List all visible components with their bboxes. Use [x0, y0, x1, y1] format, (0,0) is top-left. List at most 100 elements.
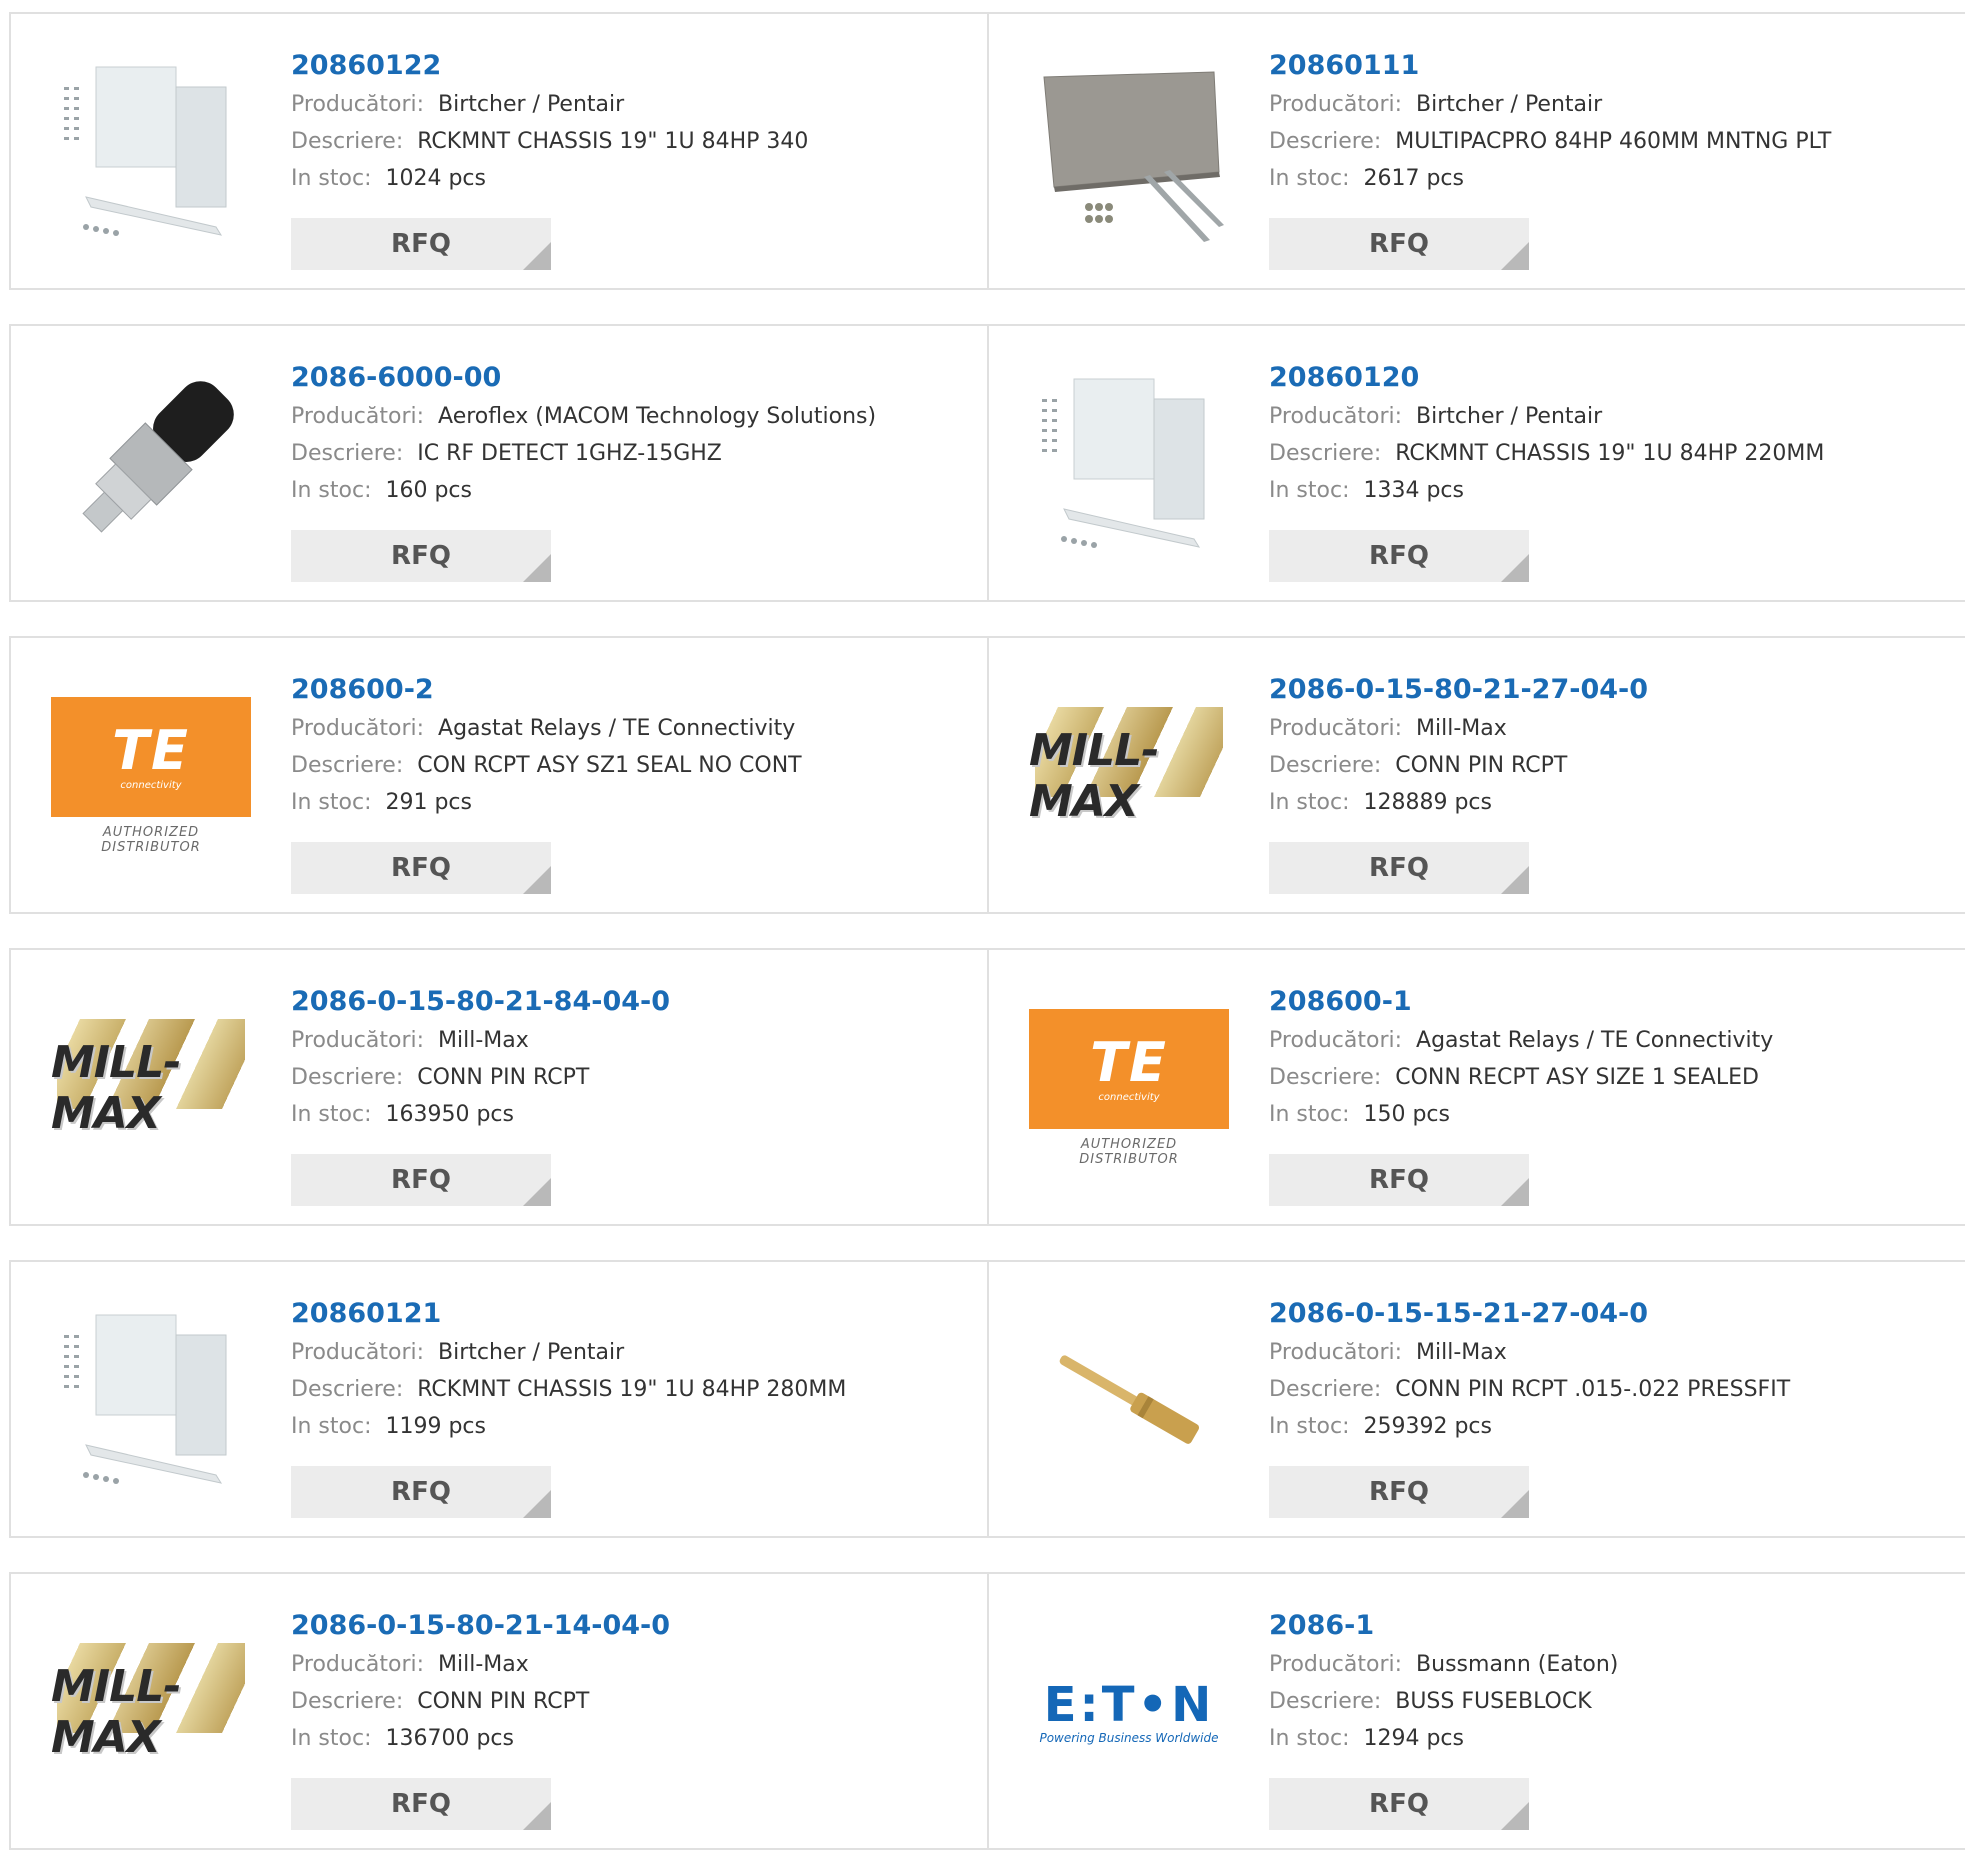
manufacturer-label: Producători: [291, 404, 425, 429]
rfq-button[interactable]: RFQ [291, 218, 551, 270]
product-info: 208600-2 Producători: Agastat Relays / TE… [291, 670, 977, 821]
manufacturer-label: Producători: [1269, 92, 1403, 117]
description-value: IC RF DETECT 1GHZ-15GHZ [417, 441, 722, 466]
description-value: CONN RECPT ASY SIZE 1 SEALED [1395, 1065, 1759, 1090]
rfq-label: RFQ [391, 1165, 451, 1195]
product-image[interactable]: MILL-MAX [1029, 676, 1229, 876]
product-image[interactable]: E:T•N Powering Business Worldwide [1029, 1612, 1229, 1812]
manufacturer-value: Aeroflex (MACOM Technology Solutions) [438, 404, 877, 429]
stock-label: In stoc: [1269, 1102, 1350, 1127]
product-image[interactable] [1029, 1300, 1229, 1500]
description-label: Descriere: [1269, 1377, 1382, 1402]
rfq-button[interactable]: RFQ [1269, 1778, 1529, 1830]
mill-max-logo: MILL-MAX [1029, 707, 1229, 827]
stock-row: In stoc: 163950 pcs [291, 1096, 977, 1133]
product-card: 20860121 Producători: Birtcher / Pentair … [9, 1262, 987, 1536]
product-image[interactable] [51, 52, 251, 252]
rfq-button[interactable]: RFQ [291, 1466, 551, 1518]
product-image[interactable]: MILL-MAX [51, 1612, 251, 1812]
manufacturer-label: Producători: [291, 1340, 425, 1365]
pin-receptacle-icon [1059, 1355, 1199, 1444]
rfq-button[interactable]: RFQ [291, 530, 551, 582]
manufacturer-row: Producători: Mill-Max [291, 1646, 977, 1683]
description-value: CONN PIN RCPT [417, 1689, 590, 1714]
part-number-link[interactable]: 2086-0-15-80-21-14-04-0 [291, 1606, 977, 1646]
part-number-link[interactable]: 20860121 [291, 1294, 977, 1334]
description-label: Descriere: [291, 1689, 404, 1714]
description-row: Descriere: RCKMNT CHASSIS 19" 1U 84HP 340 [291, 123, 977, 160]
description-value: RCKMNT CHASSIS 19" 1U 84HP 220MM [1395, 441, 1825, 466]
manufacturer-label: Producători: [291, 1028, 425, 1053]
product-image[interactable]: MILL-MAX [51, 988, 251, 1188]
product-card: MILL-MAX 2086-0-15-80-21-27-04-0 Producă… [987, 638, 1965, 912]
description-row: Descriere: CONN PIN RCPT [1269, 747, 1955, 784]
manufacturer-value: Mill-Max [438, 1028, 529, 1053]
manufacturer-row: Producători: Mill-Max [1269, 1334, 1955, 1371]
part-number-link[interactable]: 2086-0-15-80-21-84-04-0 [291, 982, 977, 1022]
rfq-button[interactable]: RFQ [1269, 530, 1529, 582]
product-image[interactable] [51, 1300, 251, 1500]
rfq-button[interactable]: RFQ [1269, 1154, 1529, 1206]
part-number-link[interactable]: 2086-0-15-80-21-27-04-0 [1269, 670, 1955, 710]
stock-row: In stoc: 136700 pcs [291, 1720, 977, 1757]
stock-label: In stoc: [291, 1102, 372, 1127]
manufacturer-row: Producători: Agastat Relays / TE Connecti… [291, 710, 977, 747]
description-value: RCKMNT CHASSIS 19" 1U 84HP 340 [417, 129, 809, 154]
description-label: Descriere: [291, 753, 404, 778]
part-number-link[interactable]: 208600-1 [1269, 982, 1955, 1022]
part-number-link[interactable]: 20860111 [1269, 46, 1955, 86]
stock-label: In stoc: [1269, 1726, 1350, 1751]
part-number-link[interactable]: 208600-2 [291, 670, 977, 710]
product-row: 2086-6000-00 Producători: Aeroflex (MACOM… [9, 324, 1965, 602]
product-image[interactable] [1029, 52, 1229, 252]
part-number-link[interactable]: 2086-0-15-15-21-27-04-0 [1269, 1294, 1955, 1334]
stock-row: In stoc: 150 pcs [1269, 1096, 1955, 1133]
product-info: 2086-6000-00 Producători: Aeroflex (MACOM… [291, 358, 977, 509]
product-image[interactable]: TE connectivity AUTHORIZED DISTRIBUTOR [1029, 988, 1229, 1188]
description-row: Descriere: RCKMNT CHASSIS 19" 1U 84HP 280… [291, 1371, 977, 1408]
rfq-button[interactable]: RFQ [1269, 842, 1529, 894]
manufacturer-label: Producători: [291, 92, 425, 117]
description-row: Descriere: CON RCPT ASY SZ1 SEAL NO CONT [291, 747, 977, 784]
rfq-label: RFQ [1369, 1477, 1429, 1507]
product-card: MILL-MAX 2086-0-15-80-21-84-04-0 Producă… [9, 950, 987, 1224]
rfq-button[interactable]: RFQ [1269, 1466, 1529, 1518]
part-number-link[interactable]: 2086-1 [1269, 1606, 1955, 1646]
rfq-label: RFQ [391, 229, 451, 259]
part-number-link[interactable]: 20860122 [291, 46, 977, 86]
description-row: Descriere: CONN PIN RCPT [291, 1683, 977, 1720]
manufacturer-label: Producători: [1269, 404, 1403, 429]
rfq-button[interactable]: RFQ [291, 842, 551, 894]
rfq-label: RFQ [1369, 853, 1429, 883]
rfq-button[interactable]: RFQ [1269, 218, 1529, 270]
product-row: 20860121 Producători: Birtcher / Pentair … [9, 1260, 1965, 1538]
product-info: 2086-0-15-80-21-84-04-0 Producători: Mill… [291, 982, 977, 1133]
product-info: 208600-1 Producători: Agastat Relays / TE… [1269, 982, 1955, 1133]
stock-value: 1334 pcs [1363, 478, 1464, 503]
chassis-kit-icon [64, 66, 227, 236]
part-number-link[interactable]: 20860120 [1269, 358, 1955, 398]
description-value: CONN PIN RCPT [417, 1065, 590, 1090]
description-label: Descriere: [291, 1065, 404, 1090]
stock-label: In stoc: [291, 166, 372, 191]
rfq-label: RFQ [1369, 541, 1429, 571]
product-card: TE connectivity AUTHORIZED DISTRIBUTOR 208… [9, 638, 987, 912]
stock-label: In stoc: [291, 1414, 372, 1439]
manufacturer-label: Producători: [1269, 1340, 1403, 1365]
part-number-link[interactable]: 2086-6000-00 [291, 358, 977, 398]
stock-row: In stoc: 1024 pcs [291, 160, 977, 197]
product-image[interactable]: TE connectivity AUTHORIZED DISTRIBUTOR [51, 676, 251, 876]
te-connectivity-logo: TE connectivity AUTHORIZED DISTRIBUTOR [51, 697, 251, 855]
product-row: TE connectivity AUTHORIZED DISTRIBUTOR 208… [9, 636, 1965, 914]
rfq-button[interactable]: RFQ [291, 1154, 551, 1206]
stock-value: 163950 pcs [385, 1102, 514, 1127]
manufacturer-value: Mill-Max [1416, 1340, 1507, 1365]
product-row: 20860122 Producători: Birtcher / Pentair … [9, 12, 1965, 290]
mounting-plate-icon [1043, 71, 1224, 242]
product-image[interactable] [1029, 364, 1229, 564]
description-label: Descriere: [291, 441, 404, 466]
manufacturer-row: Producători: Mill-Max [291, 1022, 977, 1059]
rfq-button[interactable]: RFQ [291, 1778, 551, 1830]
product-image[interactable] [51, 364, 251, 564]
manufacturer-label: Producători: [1269, 716, 1403, 741]
